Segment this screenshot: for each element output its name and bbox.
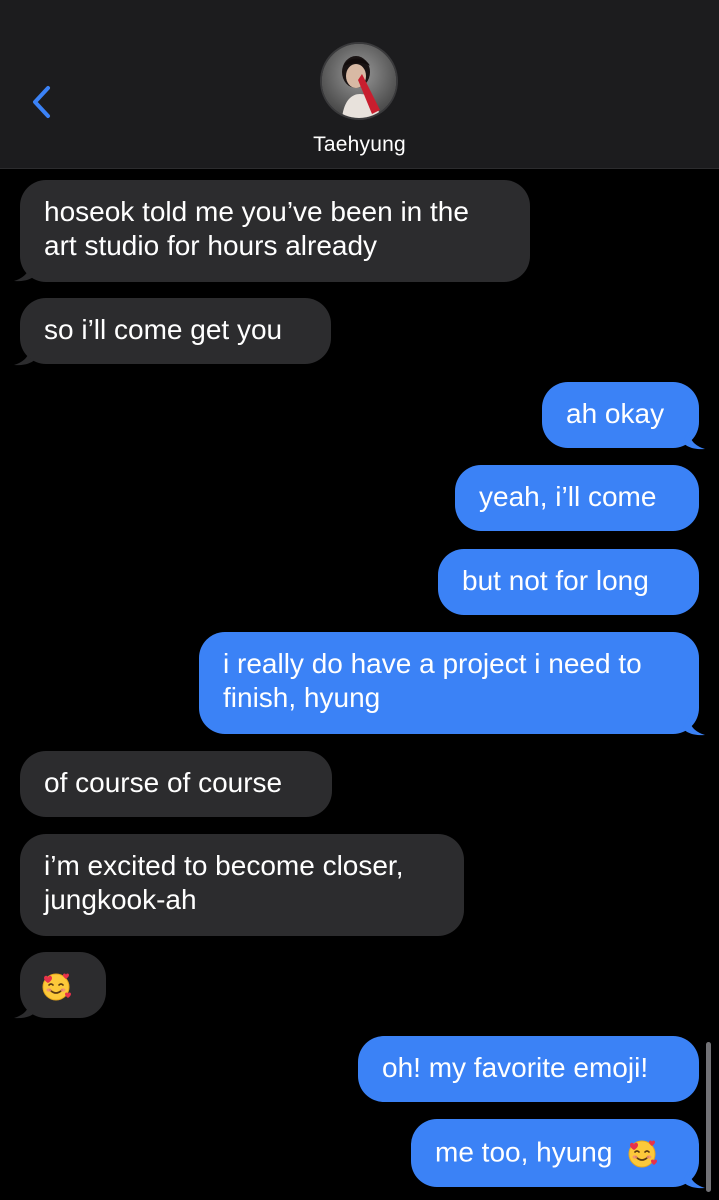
avatar-photo: [322, 44, 396, 118]
message-bubble-incoming[interactable]: hoseok told me you’ve been in the art st…: [20, 180, 530, 282]
message-bubble-outgoing[interactable]: ah okay: [542, 382, 699, 448]
bubble-tail: [683, 716, 705, 736]
message-text: yeah, i’ll come: [479, 481, 657, 512]
scrollbar[interactable]: [706, 1042, 711, 1192]
message-text: so i’ll come get you: [44, 314, 283, 345]
message-bubble-outgoing[interactable]: oh! my favorite emoji!: [358, 1036, 699, 1102]
message-bubble-incoming[interactable]: so i’ll come get you: [20, 298, 331, 364]
smiling-face-with-hearts-icon: [628, 1140, 658, 1168]
bubble-tail: [683, 430, 705, 450]
contact-avatar[interactable]: [320, 42, 398, 120]
message-bubble-outgoing[interactable]: but not for long: [438, 549, 699, 615]
smiling-face-with-hearts-icon: [42, 973, 71, 1001]
message-bubble-incoming[interactable]: [20, 952, 106, 1018]
chevron-left-icon: [33, 86, 50, 118]
message-text-line-1: i really do have a project i need to: [223, 648, 642, 679]
message-text-line-2: art studio for hours already: [44, 230, 378, 261]
message-text: oh! my favorite emoji!: [382, 1052, 649, 1083]
conversation-header: Taehyung: [0, 0, 719, 169]
message-bubble-outgoing[interactable]: yeah, i’ll come: [455, 465, 699, 531]
bubble-tail: [683, 1169, 705, 1189]
message-text: me too, hyung: [435, 1136, 613, 1168]
message-bubble-outgoing[interactable]: me too, hyung: [411, 1119, 699, 1187]
message-text-line-1: i’m excited to become closer,: [44, 850, 404, 881]
message-bubble-incoming[interactable]: i’m excited to become closer, jungkook-a…: [20, 834, 464, 936]
contact-name[interactable]: Taehyung: [0, 133, 719, 157]
message-text: ah okay: [566, 398, 665, 429]
message-bubble-outgoing[interactable]: i really do have a project i need to fin…: [199, 632, 699, 734]
message-text-line-2: finish, hyung: [223, 682, 381, 713]
message-text: of course of course: [44, 767, 283, 798]
message-text-line-1: hoseok told me you’ve been in the: [44, 196, 469, 227]
message-text: but not for long: [462, 565, 649, 596]
message-text-line-2: jungkook-ah: [44, 884, 197, 915]
back-button[interactable]: [26, 82, 60, 122]
message-bubble-incoming[interactable]: of course of course: [20, 751, 332, 817]
